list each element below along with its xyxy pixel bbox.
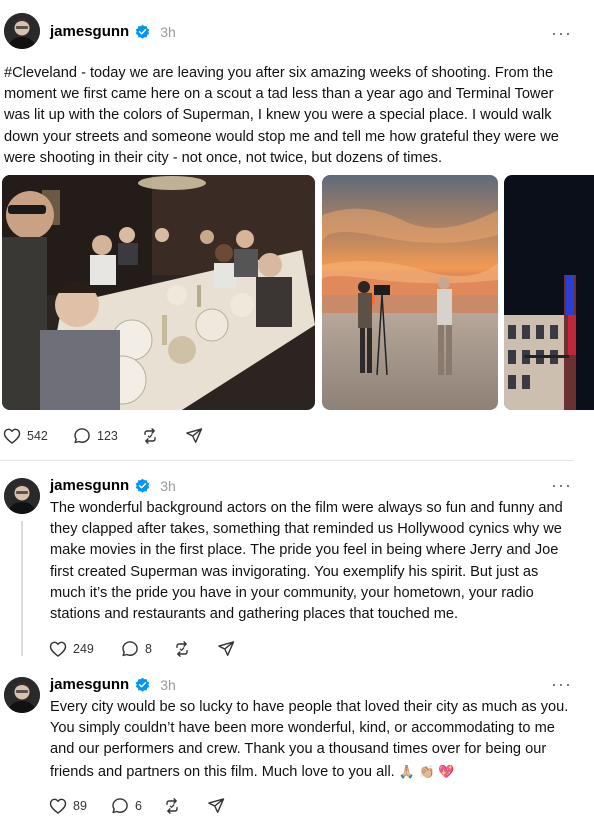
media-image-sunset[interactable] xyxy=(322,175,498,410)
media-image-city[interactable] xyxy=(504,175,594,410)
more-icon[interactable]: ··· xyxy=(551,24,572,42)
media-carousel[interactable] xyxy=(2,175,594,410)
like-count: 89 xyxy=(73,799,87,813)
reply-button[interactable]: 6 xyxy=(110,796,162,816)
avatar[interactable] xyxy=(4,677,40,713)
post-header: jamesgunn 3h xyxy=(50,477,176,494)
username[interactable]: jamesgunn xyxy=(50,676,129,693)
username[interactable]: jamesgunn xyxy=(50,23,129,40)
heart-icon xyxy=(2,426,22,446)
repost-icon xyxy=(162,796,182,816)
verified-icon xyxy=(135,24,150,39)
repost-button[interactable] xyxy=(140,426,184,446)
like-button[interactable]: 542 xyxy=(2,426,72,446)
verified-icon xyxy=(135,478,150,493)
reply-button[interactable]: 8 xyxy=(120,639,172,659)
reply-icon xyxy=(110,796,130,816)
sunset-photo xyxy=(322,175,498,410)
more-icon[interactable]: ··· xyxy=(551,675,572,693)
share-icon xyxy=(216,639,236,659)
like-count: 249 xyxy=(73,642,94,656)
repost-button[interactable] xyxy=(172,639,216,659)
post-actions: 542 123 xyxy=(2,426,204,446)
heart-icon xyxy=(48,639,68,659)
heart-icon xyxy=(48,796,68,816)
share-button[interactable] xyxy=(184,426,204,446)
repost-button[interactable] xyxy=(162,796,206,816)
username[interactable]: jamesgunn xyxy=(50,477,129,494)
timestamp[interactable]: 3h xyxy=(160,677,176,693)
like-button[interactable]: 89 xyxy=(48,796,110,816)
reply-button[interactable]: 123 xyxy=(72,426,140,446)
like-count: 542 xyxy=(27,429,48,443)
reply-icon xyxy=(120,639,140,659)
share-button[interactable] xyxy=(216,639,236,659)
avatar[interactable] xyxy=(4,478,40,514)
timestamp[interactable]: 3h xyxy=(160,24,176,40)
reply-count: 6 xyxy=(135,799,142,813)
repost-icon xyxy=(140,426,160,446)
post-emojis: 🙏🏼 👏🏼 💖 xyxy=(398,763,455,779)
post-header: jamesgunn 3h xyxy=(50,23,176,40)
media-image-dinner[interactable] xyxy=(2,175,315,410)
post-text: Every city would be so lucky to have peo… xyxy=(50,697,578,783)
verified-icon xyxy=(135,677,150,692)
post-actions: 249 8 xyxy=(48,639,236,659)
post-actions: 89 6 xyxy=(48,796,226,816)
reply-count: 123 xyxy=(97,429,118,443)
like-button[interactable]: 249 xyxy=(48,639,120,659)
post-text: The wonderful background actors on the f… xyxy=(50,500,563,623)
timestamp[interactable]: 3h xyxy=(160,478,176,494)
reply-count: 8 xyxy=(145,642,152,656)
share-icon xyxy=(206,796,226,816)
thread-line xyxy=(21,521,23,656)
post-2: jamesgunn 3h ··· The wonderful backgroun… xyxy=(0,461,594,661)
share-button[interactable] xyxy=(206,796,226,816)
post-1: jamesgunn 3h ··· #Cleveland - today we a… xyxy=(0,0,594,460)
dinner-photo xyxy=(2,175,315,410)
post-3: jamesgunn 3h ··· Every city would be so … xyxy=(0,662,594,831)
post-header: jamesgunn 3h xyxy=(50,676,176,693)
post-text-body: Every city would be so lucky to have peo… xyxy=(50,699,569,780)
share-icon xyxy=(184,426,204,446)
repost-icon xyxy=(172,639,192,659)
post-text: #Cleveland - today we are leaving you af… xyxy=(4,65,559,166)
reply-icon xyxy=(72,426,92,446)
city-photo xyxy=(504,175,594,410)
more-icon[interactable]: ··· xyxy=(551,476,572,494)
avatar[interactable] xyxy=(4,13,40,49)
